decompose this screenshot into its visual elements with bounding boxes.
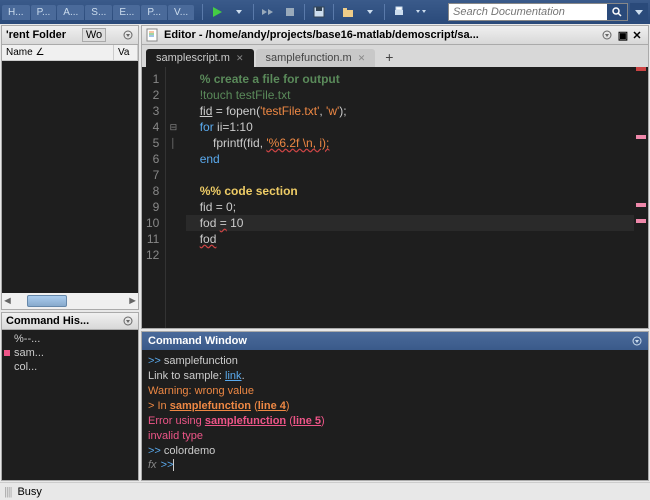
cmd-link[interactable]: link	[225, 370, 242, 382]
code-line[interactable]: % create a file for output	[186, 71, 634, 87]
history-item[interactable]: sam...	[4, 346, 136, 360]
code-line[interactable]: fprintf(fid, '%6.2f \n, i);	[186, 135, 634, 151]
folder-list[interactable]	[2, 61, 138, 293]
close-icon[interactable]: ✕	[236, 53, 244, 64]
code-line[interactable]: end	[186, 151, 634, 167]
toolstrip-tabs: H...P...A...S...E...P...V...	[2, 5, 194, 20]
toolstrip-tab[interactable]: S...	[85, 5, 112, 20]
close-icon[interactable]: ✕	[358, 53, 366, 64]
panel-menu-icon[interactable]	[122, 315, 134, 327]
cmd-input-row[interactable]: fx>>	[148, 459, 642, 471]
open-dropdown[interactable]	[360, 3, 380, 21]
editor-icon	[146, 28, 160, 42]
close-icon[interactable]: ✕	[630, 29, 644, 42]
code-marker[interactable]	[636, 219, 646, 223]
code-line[interactable]: !touch testFile.txt	[186, 87, 634, 103]
code-line[interactable]: %% code section	[186, 183, 634, 199]
editor-header[interactable]: Editor - /home/andy/projects/base16-matl…	[142, 26, 648, 45]
cmd-line: Warning: wrong value	[148, 384, 642, 399]
history-item[interactable]: col...	[4, 360, 136, 374]
cmd-line: >> samplefunction	[148, 354, 642, 369]
history-list[interactable]: %--...sam...col...	[2, 330, 138, 480]
cmd-line: Error using samplefunction (line 5)	[148, 414, 642, 429]
editor-panel: Editor - /home/andy/projects/base16-matl…	[141, 25, 649, 329]
search-box	[448, 3, 628, 21]
cmd-line: >> colordemo	[148, 444, 642, 459]
cmd-link[interactable]: line 4	[258, 400, 286, 412]
cmd-line: invalid type	[148, 429, 642, 444]
layout-dropdown[interactable]	[630, 3, 648, 21]
search-button[interactable]	[607, 4, 627, 20]
col-name[interactable]: Name ∠	[2, 45, 114, 60]
folder-scrollbar[interactable]: ◄ ►	[2, 293, 138, 309]
fx-icon[interactable]: fx	[148, 459, 157, 471]
print-button[interactable]	[389, 3, 409, 21]
folder-panel-header[interactable]: 'rent Folder Wo	[2, 26, 138, 45]
code-marker[interactable]	[636, 67, 646, 71]
add-tab-button[interactable]: +	[377, 47, 401, 67]
cmd-link[interactable]: line 5	[293, 415, 321, 427]
folder-columns: Name ∠ Va	[2, 45, 138, 61]
history-item[interactable]: %--...	[4, 332, 136, 346]
code-editor[interactable]: 123456789101112 ⊟│ % create a file for o…	[142, 67, 648, 328]
cmd-line: > In samplefunction (line 4)	[148, 399, 642, 414]
maximize-icon[interactable]: ▣	[616, 29, 630, 42]
cmd-link[interactable]: samplefunction	[205, 415, 286, 427]
command-window-title: Command Window	[148, 335, 247, 347]
editor-title: Editor - /home/andy/projects/base16-matl…	[164, 29, 602, 41]
open-button[interactable]	[338, 3, 358, 21]
code-marker[interactable]	[636, 203, 646, 207]
command-window-header[interactable]: Command Window	[142, 332, 648, 350]
col-value[interactable]: Va	[114, 45, 138, 60]
save-button[interactable]	[309, 3, 329, 21]
cmd-link[interactable]: samplefunction	[170, 400, 251, 412]
quick-access	[200, 3, 431, 21]
folder-btn[interactable]: Wo	[82, 28, 106, 42]
code-line[interactable]	[186, 247, 634, 263]
toolstrip-tab[interactable]: E...	[113, 5, 140, 20]
code-line[interactable]: for ii=1:10	[186, 119, 634, 135]
search-input[interactable]	[449, 6, 607, 18]
cmd-line: Link to sample: link.	[148, 369, 642, 384]
fold-column: ⊟│	[166, 67, 180, 328]
editor-tab-bar: samplescript.m✕samplefunction.m✕+	[142, 45, 648, 67]
current-folder-panel: 'rent Folder Wo Name ∠ Va ◄ ►	[1, 25, 139, 310]
code-line[interactable]: fid = 0;	[186, 199, 634, 215]
run-dropdown[interactable]	[229, 3, 249, 21]
stop-button[interactable]	[280, 3, 300, 21]
marker-column[interactable]	[634, 67, 648, 328]
toolstrip-tab[interactable]: A...	[57, 5, 84, 20]
toolstrip-tab[interactable]: P...	[31, 5, 57, 20]
command-window-body[interactable]: >> samplefunctionLink to sample: link.Wa…	[142, 350, 648, 480]
folder-panel-title: 'rent Folder	[6, 29, 66, 41]
line-gutter: 123456789101112	[142, 67, 166, 328]
main-toolbar: H...P...A...S...E...P...V...	[0, 0, 650, 24]
status-bar: |||| Busy	[0, 482, 650, 500]
panel-menu-icon[interactable]	[602, 30, 616, 40]
code-line[interactable]: fod	[186, 231, 634, 247]
code-line[interactable]: fod = 10	[186, 215, 634, 231]
history-panel-title: Command His...	[6, 315, 89, 327]
panel-menu-icon[interactable]	[632, 336, 642, 346]
toolstrip-tab[interactable]: P...	[141, 5, 167, 20]
command-history-panel: Command His... %--...sam...col...	[1, 312, 139, 481]
toolstrip-tab[interactable]: H...	[2, 5, 30, 20]
editor-tab[interactable]: samplefunction.m✕	[256, 49, 376, 67]
status-grip-icon: ||||	[4, 486, 11, 498]
command-window-panel: Command Window >> samplefunctionLink to …	[141, 331, 649, 481]
code-line[interactable]: fid = fopen('testFile.txt', 'w');	[186, 103, 634, 119]
code-line[interactable]	[186, 167, 634, 183]
code-body[interactable]: % create a file for output !touch testFi…	[180, 67, 634, 328]
scroll-thumb[interactable]	[27, 295, 67, 307]
editor-tab[interactable]: samplescript.m✕	[146, 49, 254, 67]
code-marker[interactable]	[636, 135, 646, 139]
run-button[interactable]	[207, 3, 227, 21]
panel-menu-icon[interactable]	[122, 29, 134, 41]
status-text: Busy	[17, 486, 41, 498]
history-panel-header[interactable]: Command His...	[2, 313, 138, 330]
more-button[interactable]	[411, 3, 431, 21]
step-button[interactable]	[258, 3, 278, 21]
toolstrip-tab[interactable]: V...	[168, 5, 194, 20]
